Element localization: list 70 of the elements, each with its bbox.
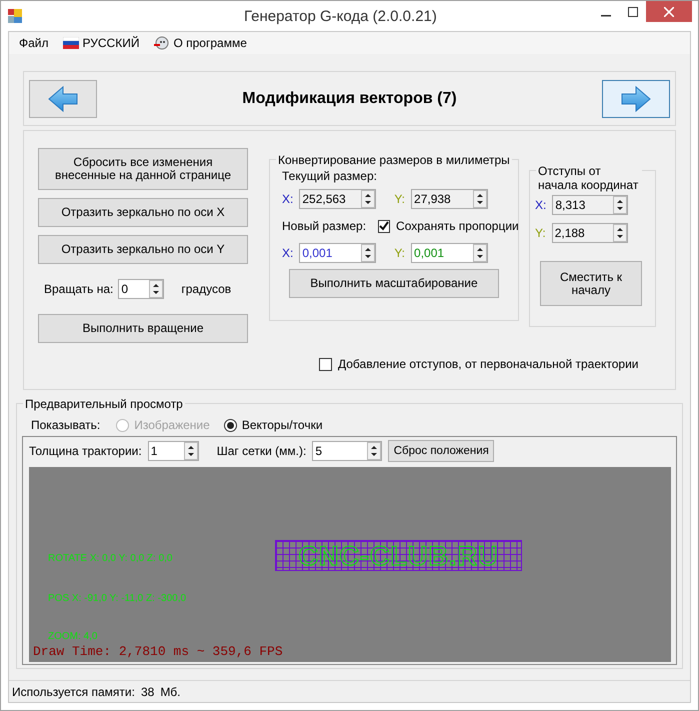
current-y-field[interactable]: 27,938 [411,189,488,209]
spin-arrows-icon[interactable] [613,196,628,214]
thickness-label: Толщина трактории: [29,444,142,458]
left-arrow-icon [47,84,79,112]
keep-proportions-label: Сохранять пропорции [396,219,519,233]
right-arrow-icon [620,84,652,112]
flag-icon [62,37,79,49]
grid-step-label: Шаг сетки (мм.): [216,444,306,458]
memory-label: Используется памяти: [12,684,135,698]
spin-arrows-icon[interactable] [361,244,376,262]
new-size-label: Новый размер: [282,219,366,233]
zoom-readout: ZOOM: 4,0 [48,631,98,642]
offset-y-field[interactable]: 2,188 [552,223,628,243]
rotate-field[interactable]: 0 [118,279,164,299]
spin-arrows-icon[interactable] [149,280,164,298]
axis-label: X: [535,198,546,212]
window-title: Генератор G-кода (2.0.0.21) [244,8,437,24]
radio-button[interactable] [224,418,237,432]
menu-item[interactable]: Файл [19,36,49,50]
reset-button[interactable]: Сбросить все изменения внесенные на данной странице [38,148,248,190]
group-title: Предварительный просмотр [23,397,185,411]
axis-label: Y: [394,246,406,260]
new-x-field[interactable]: 0,001 [299,243,376,263]
spin-arrows-icon[interactable] [473,244,488,262]
mirror-y-button[interactable]: Отразить зеркально по оси Y [38,235,248,264]
memory-unit: Мб. [160,684,181,698]
mode-label: Изображение [134,418,210,432]
thickness-field[interactable]: 1 [148,441,199,461]
close-button[interactable] [646,1,692,22]
grid-step-field[interactable]: 5 [312,441,382,461]
axis-label: X: [282,192,294,206]
axis-label: Y: [394,192,406,206]
spin-arrows-icon[interactable] [473,190,488,208]
degrees-label: градусов [181,282,232,296]
current-x-field[interactable]: 252,563 [299,189,376,209]
page-title: Модификация векторов (7) [242,90,457,108]
axis-label: X: [282,246,294,260]
close-icon [664,6,674,16]
spin-arrows-icon[interactable] [367,442,382,460]
move-to-origin-button[interactable]: Сместить к началу [540,261,642,306]
scale-button[interactable]: Выполнить масштабирование [289,269,499,298]
minimize-icon [600,14,610,16]
group-title: Отступы от начала координат [536,164,642,192]
mode-label: Векторы/точки [242,418,323,432]
offset-x-field[interactable]: 8,313 [552,195,628,215]
group-title: Конвертирование размеров в милиметры [276,153,512,167]
axis-label: Y: [535,226,546,240]
checkbox[interactable] [378,220,390,232]
checkbox[interactable] [319,358,332,370]
next-button[interactable] [602,80,670,118]
menu-item[interactable]: РУССКИЙ [62,36,140,50]
spin-arrows-icon[interactable] [184,442,198,460]
spin-arrows-icon[interactable] [612,224,627,242]
maximize-icon [628,6,638,16]
memory-value: 38 [140,684,154,698]
show-label: Показывать: [31,418,100,432]
reset-position-button[interactable]: Сброс положения [388,440,494,462]
menu-item[interactable]: О программе [153,35,247,51]
rotate-label: Вращать на: [44,282,114,296]
rotate-readout: ROTATE X: 0,0 Y: 0,0 Z: 0,0 [48,553,172,564]
draw-time-readout: Draw Time: 2,7810 ms ~ 359,6 FPS [33,644,283,659]
current-size-label: Текущий размер: [282,169,378,183]
spin-arrows-icon[interactable] [361,190,376,208]
mirror-x-button[interactable]: Отразить зеркально по оси X [38,198,248,227]
add-offsets-label: Добавление отступов, от первоначальной траектории [338,357,639,371]
app-icon [8,9,22,23]
rotate-button[interactable]: Выполнить вращение [38,314,248,343]
back-button[interactable] [29,80,97,118]
position-readout: POS X: -91,0 Y: -11,0 Z: -300,0 [48,593,186,604]
new-y-field[interactable]: 0,001 [411,243,488,263]
